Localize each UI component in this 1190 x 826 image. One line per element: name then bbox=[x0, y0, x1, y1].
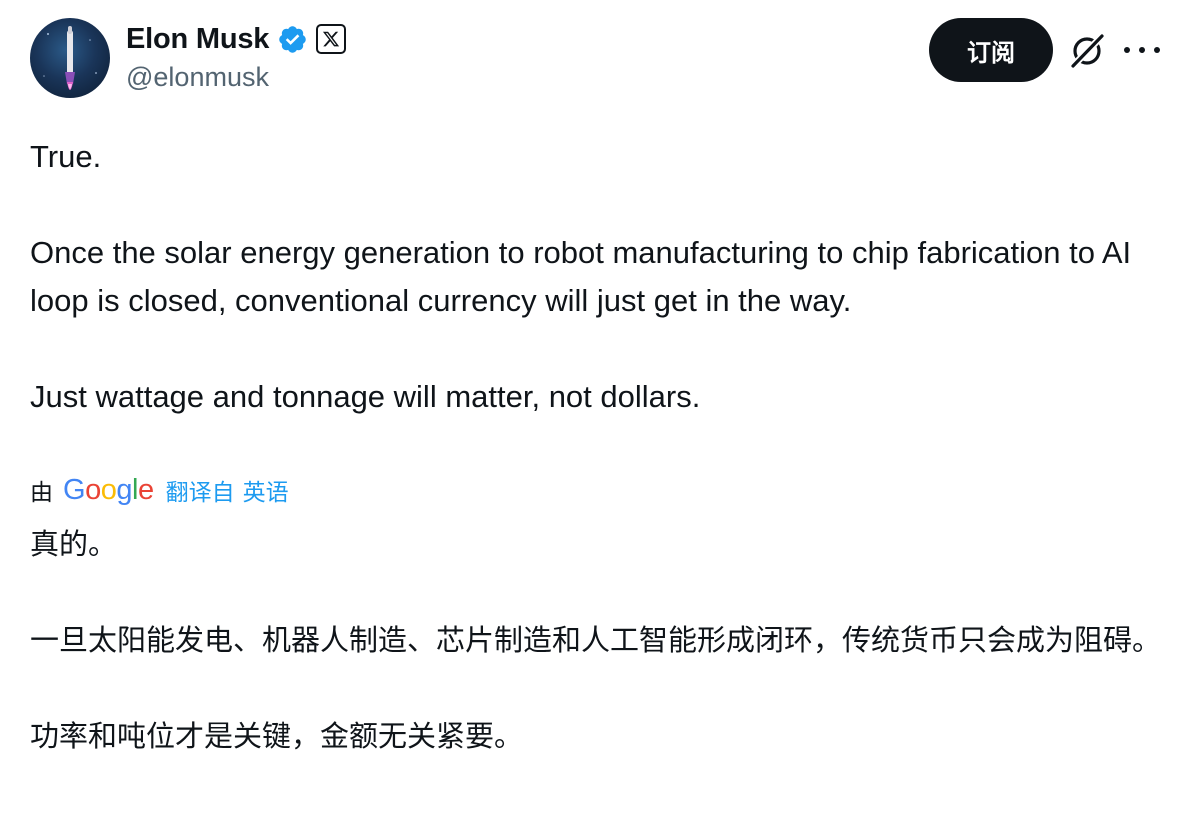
more-dot bbox=[1154, 47, 1160, 53]
more-icon[interactable] bbox=[1124, 34, 1160, 66]
translated-paragraph: 真的。 bbox=[30, 527, 118, 561]
google-logo-letter: G bbox=[63, 473, 86, 506]
avatar[interactable] bbox=[30, 18, 110, 98]
google-logo-letter: o bbox=[85, 473, 101, 506]
translated-text: 真的。 一旦太阳能发电、机器人制造、芯片制造和人工智能形成闭环，传统货币只会成为… bbox=[30, 520, 1170, 760]
tweet-paragraph: Once the solar energy generation to robo… bbox=[30, 235, 1132, 318]
author-name-row: Elon Musk bbox=[126, 20, 347, 58]
translated-by-label: 由 bbox=[30, 480, 53, 506]
more-dot bbox=[1139, 47, 1145, 53]
grok-icon[interactable] bbox=[1066, 30, 1108, 72]
google-logo-letter: o bbox=[100, 473, 117, 506]
more-dot bbox=[1124, 47, 1130, 53]
translation-attribution: 由 Google 翻译自 英语 bbox=[30, 473, 289, 507]
subscribe-button[interactable]: 订阅 bbox=[929, 18, 1053, 82]
google-logo: Google bbox=[63, 474, 154, 507]
author-display-name[interactable]: Elon Musk bbox=[126, 23, 269, 56]
translated-paragraph: 一旦太阳能发电、机器人制造、芯片制造和人工智能形成闭环，传统货币只会成为阻碍。 bbox=[30, 623, 1162, 657]
tweet-paragraph: True. bbox=[30, 139, 102, 174]
tweet-text: True. Once the solar energy generation t… bbox=[30, 133, 1165, 421]
translated-from-label[interactable]: 翻译自 bbox=[166, 473, 235, 507]
author-handle[interactable]: @elonmusk bbox=[126, 62, 269, 93]
source-language-link[interactable]: 英语 bbox=[243, 473, 289, 507]
google-logo-letter: e bbox=[137, 473, 154, 506]
translated-paragraph: 功率和吨位才是关键，金额无关紧要。 bbox=[30, 719, 524, 753]
tweet-paragraph: Just wattage and tonnage will matter, no… bbox=[30, 379, 701, 414]
verified-badge-icon bbox=[279, 25, 306, 53]
x-logo-icon bbox=[316, 24, 347, 54]
google-logo-letter: g bbox=[116, 473, 132, 506]
